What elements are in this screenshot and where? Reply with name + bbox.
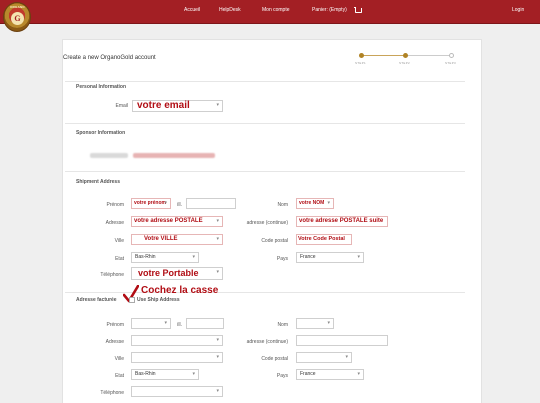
bill-adresse-cont-input[interactable] xyxy=(296,335,388,346)
bill-prenom-select[interactable] xyxy=(131,318,171,329)
ship-initial-input[interactable] xyxy=(186,198,236,209)
ship-cp-value: Votre Code Postal xyxy=(298,236,345,242)
email-label: Email xyxy=(115,103,128,109)
page-title: Create a new OrganoGold account xyxy=(63,55,156,61)
ship-telephone-value: votre Portable xyxy=(138,268,199,278)
use-ship-address-label: Use Ship Address xyxy=(137,297,180,303)
sponsor-name-blurred xyxy=(133,153,215,158)
ship-initial-label: ill. xyxy=(177,202,182,208)
ship-adresse-label: Adresse xyxy=(105,220,124,226)
ship-prenom-select[interactable]: votre prénom xyxy=(131,198,171,209)
personal-info-title: Personal Information xyxy=(76,84,127,90)
ship-cp-input[interactable]: Votre Code Postal xyxy=(296,234,352,245)
ship-ville-value: Votre VILLE xyxy=(144,236,178,242)
divider xyxy=(65,81,465,82)
ship-etat-select[interactable]: Bas-Rhin xyxy=(131,252,199,263)
sponsor-id-blurred xyxy=(90,153,128,158)
use-ship-address-checkbox[interactable] xyxy=(129,297,135,303)
step-progress-done xyxy=(362,55,405,56)
ship-nom-value: votre NOM xyxy=(299,200,325,206)
email-field[interactable]: votre email xyxy=(132,100,223,112)
bill-initial-label: ill. xyxy=(177,322,182,328)
ship-cp-label: Code postal xyxy=(261,238,288,244)
login-link[interactable]: Login xyxy=(512,0,524,24)
ship-ville-select[interactable]: Votre VILLE xyxy=(131,234,223,245)
ship-telephone-select[interactable]: votre Portable xyxy=(131,267,223,280)
step2-dot xyxy=(403,53,408,58)
bill-adresse-cont-label: adresse (continue) xyxy=(246,339,288,345)
billing-address-title: Adresse facturée xyxy=(76,297,117,303)
bill-etat-select[interactable]: Bas-Rhin xyxy=(131,369,199,380)
ship-ville-label: Ville xyxy=(114,238,124,244)
bill-ville-label: Ville xyxy=(114,356,124,362)
shipment-address-title: Shipment Address xyxy=(76,179,120,185)
bill-etat-label: Etat xyxy=(115,373,124,379)
email-value: votre email xyxy=(137,100,190,111)
ship-prenom-value: votre prénom xyxy=(134,200,166,206)
ship-adresse-cont-value: votre adresse POSTALE suite xyxy=(299,218,384,224)
ship-nom-select[interactable]: votre NOM xyxy=(296,198,334,209)
bill-pays-label: Pays xyxy=(276,373,288,379)
ship-adresse-cont-input[interactable]: votre adresse POSTALE suite xyxy=(296,216,388,227)
step1-dot xyxy=(359,53,364,58)
nav-helpdesk[interactable]: HelpDesk xyxy=(219,0,241,24)
bill-prenom-label: Prénom xyxy=(106,322,124,328)
step3-label: STEP3 xyxy=(445,61,457,65)
step1-label: STEP1 xyxy=(355,61,367,65)
bill-nom-select[interactable] xyxy=(296,318,334,329)
bill-adresse-input[interactable] xyxy=(131,335,223,346)
ship-nom-label: Nom xyxy=(277,202,288,208)
step2-label: STEP2 xyxy=(399,61,411,65)
logo-monogram: G xyxy=(11,12,24,25)
check-annotation: Cochez la casse xyxy=(141,285,219,296)
nav-mon-compte[interactable]: Mon compte xyxy=(262,0,290,24)
sponsor-info-title: Sponsor Information xyxy=(76,130,126,136)
ship-pays-label: Pays xyxy=(276,256,288,262)
step3-dot xyxy=(449,53,454,58)
ship-prenom-label: Prénom xyxy=(106,202,124,208)
ship-pays-select[interactable]: France xyxy=(296,252,364,263)
ship-adresse-input[interactable]: votre adresse POSTALE xyxy=(131,216,223,227)
bill-cp-select[interactable] xyxy=(296,352,352,363)
logo-text: ORGANO xyxy=(10,5,25,9)
divider xyxy=(65,171,465,172)
bill-telephone-label: Téléphone xyxy=(100,390,124,396)
bill-pays-select[interactable]: France xyxy=(296,369,364,380)
bill-initial-input[interactable] xyxy=(186,318,224,329)
divider xyxy=(65,123,465,124)
cart-icon[interactable] xyxy=(354,7,362,13)
ship-telephone-label: Téléphone xyxy=(100,272,124,278)
bill-ville-select[interactable] xyxy=(131,352,223,363)
organo-gold-logo[interactable]: ORGANO G xyxy=(3,2,31,32)
bill-cp-label: Code postal xyxy=(261,356,288,362)
ship-adresse-cont-label: adresse (continue) xyxy=(246,220,288,226)
nav-panier[interactable]: Panier: (Empty) xyxy=(312,0,347,24)
bill-adresse-label: Adresse xyxy=(105,339,124,345)
bill-nom-label: Nom xyxy=(277,322,288,328)
ship-etat-label: Etat xyxy=(115,256,124,262)
step-progress-todo xyxy=(405,55,451,56)
ship-adresse-value: votre adresse POSTALE xyxy=(134,218,203,224)
bill-telephone-select[interactable] xyxy=(131,386,223,397)
nav-accueil[interactable]: Accueil xyxy=(184,0,200,24)
